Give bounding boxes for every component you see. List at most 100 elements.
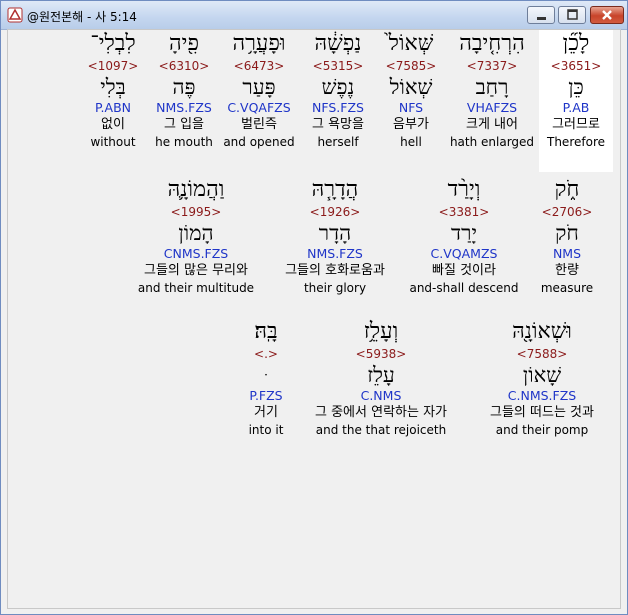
- word-cell[interactable]: וַהֲמוֹנָ֛הּ <1995> הָמוֹן CNMS.FZS 그들의 …: [128, 176, 264, 312]
- lemma: כֵּן: [568, 75, 584, 99]
- english-gloss: hell: [400, 135, 422, 149]
- hebrew-word: וּפָעֲרָ֥ה: [232, 31, 286, 56]
- english-gloss: and-shall descend: [409, 281, 519, 295]
- hebrew-word: וּשְׁאוֹנָ֖הּ: [512, 319, 572, 344]
- korean-gloss: 거기: [254, 405, 278, 420]
- word-cell[interactable]: וּשְׁאוֹנָ֖הּ <7588> שָׁאוֹן C.NMS.FZS 그…: [474, 318, 610, 454]
- lemma: הָדָר: [318, 221, 352, 245]
- strong-number[interactable]: <7585>: [378, 58, 444, 74]
- strong-number[interactable]: <1995>: [128, 204, 264, 220]
- korean-gloss: 그들의 호화로움과: [285, 263, 385, 278]
- parsing-code[interactable]: P.ABN: [78, 100, 148, 116]
- korean-gloss: 크게 내어: [466, 117, 518, 132]
- korean-gloss: 그 중에서 연락하는 자가: [315, 405, 447, 420]
- word-cell[interactable]: וְעָלֵ֥ז <5938> עָלֵז C.NMS 그 중에서 연락하는 자…: [298, 318, 464, 454]
- lemma: פֶּה: [172, 75, 196, 99]
- korean-gloss: 벌린즉: [241, 117, 277, 132]
- parsing-code[interactable]: C.NMS: [298, 388, 464, 404]
- interlinear-panel[interactable]: לָכֵ֞ן <3651> כֵּן P.AB 그러므로 Therefore ה…: [7, 29, 621, 609]
- lemma: נֶפֶשׁ: [321, 75, 355, 99]
- hebrew-word: שְּׁאוֹל֙: [388, 31, 434, 56]
- parsing-code[interactable]: CNMS.FZS: [128, 246, 264, 262]
- strong-number[interactable]: <6473>: [220, 58, 298, 74]
- word-cell[interactable]: בָּֽהּ׃ <.> ּ P.FZS 거기 into it: [236, 318, 296, 454]
- word-cell[interactable]: נַפְשָׁ֔הּ <5315> נֶפֶשׁ NFS.FZS 그 욕망을 h…: [300, 30, 376, 172]
- strong-number[interactable]: <3651>: [539, 58, 613, 74]
- lemma: יָרַד: [451, 221, 477, 245]
- word-cell[interactable]: שְּׁאוֹל֙ <7585> שְׁאוֹל NFS 음부가 hell: [378, 30, 444, 172]
- word-cell[interactable]: לָכֵ֞ן <3651> כֵּן P.AB 그러므로 Therefore: [539, 30, 613, 172]
- parsing-code[interactable]: NFS: [378, 100, 444, 116]
- maximize-button[interactable]: [558, 6, 586, 24]
- hebrew-word: וְעָלֵ֥ז: [363, 319, 399, 344]
- korean-gloss: 빠질 것이라: [432, 263, 496, 278]
- strong-number[interactable]: <6310>: [150, 58, 218, 74]
- strong-number[interactable]: <5938>: [298, 346, 464, 362]
- parsing-code[interactable]: NMS.FZS: [150, 100, 218, 116]
- strong-number[interactable]: <2706>: [532, 204, 602, 220]
- strong-number[interactable]: <7337>: [447, 58, 537, 74]
- korean-gloss: 그 입을: [163, 117, 204, 132]
- english-gloss: and their multitude: [137, 281, 255, 295]
- hebrew-word: וַהֲמוֹנָ֛הּ: [167, 177, 225, 202]
- close-button[interactable]: [590, 6, 624, 24]
- lemma: שְׁאוֹל: [389, 75, 433, 99]
- english-gloss: without: [90, 135, 136, 149]
- word-cell[interactable]: וּפָעֲרָ֥ה <6473> פָּעַר C.VQAFZS 벌린즉 an…: [220, 30, 298, 172]
- parsing-code[interactable]: NMS: [532, 246, 602, 262]
- minimize-button[interactable]: [527, 6, 555, 24]
- hebrew-word: לָכֵ֞ן: [562, 31, 590, 56]
- parsing-code[interactable]: C.VQAMZS: [408, 246, 520, 262]
- lemma: שָׁאוֹן: [522, 363, 562, 387]
- hebrew-word: לִבְלִי־: [90, 31, 136, 56]
- korean-gloss: 그 욕망을: [312, 117, 364, 132]
- lemma: עָלֵז: [367, 363, 395, 387]
- lemma: בְּלִי: [100, 75, 126, 99]
- word-cell[interactable]: וְיָרַ֨ד <3381> יָרַד C.VQAMZS 빠질 것이라 an…: [408, 176, 520, 312]
- korean-gloss: 없이: [101, 117, 125, 132]
- english-gloss: he mouth: [155, 135, 213, 149]
- lemma: ּ: [236, 362, 296, 388]
- lemma: חֹק: [555, 221, 579, 245]
- hebrew-word: פִ֖יהָ: [169, 31, 199, 56]
- english-gloss: Therefore: [547, 135, 605, 149]
- parsing-code[interactable]: C.NMS.FZS: [474, 388, 610, 404]
- english-gloss: and the that rejoiceth: [315, 423, 447, 437]
- strong-number[interactable]: <1926>: [270, 204, 400, 220]
- korean-gloss: 한량: [555, 263, 579, 278]
- korean-gloss: 그러므로: [552, 117, 600, 132]
- strong-number[interactable]: <1097>: [78, 58, 148, 74]
- korean-gloss: 그들의 많은 무리와: [144, 263, 248, 278]
- english-gloss: and their pomp: [495, 423, 589, 437]
- title-bar[interactable]: @원전본해 - 사 5:14: [1, 1, 627, 30]
- lemma: רָחַב: [475, 75, 509, 99]
- parsing-code[interactable]: NFS.FZS: [300, 100, 376, 116]
- app-icon: [7, 7, 23, 23]
- parsing-code[interactable]: P.AB: [539, 100, 613, 116]
- lemma: הָמוֹן: [178, 221, 214, 245]
- hebrew-word: בָּֽהּ׃: [254, 319, 278, 344]
- strong-number[interactable]: <.>: [236, 346, 296, 362]
- hebrew-word: הִרְחִ֤יבָה: [459, 31, 525, 56]
- word-cell[interactable]: לִבְלִי־ <1097> בְּלִי P.ABN 없이 without: [78, 30, 148, 172]
- word-cell[interactable]: פִ֖יהָ <6310> פֶּה NMS.FZS 그 입을 he mouth: [150, 30, 218, 172]
- parsing-code[interactable]: VHAFZS: [447, 100, 537, 116]
- english-gloss: into it: [248, 423, 284, 437]
- strong-number[interactable]: <7588>: [474, 346, 610, 362]
- hebrew-word: נַפְשָׁ֔הּ: [314, 31, 362, 56]
- parsing-code[interactable]: NMS.FZS: [270, 246, 400, 262]
- word-cell[interactable]: חֹ֑ק <2706> חֹק NMS 한량 measure: [532, 176, 602, 312]
- word-cell[interactable]: הֲדָרָ֧הּ <1926> הָדָר NMS.FZS 그들의 호화로움과…: [270, 176, 400, 312]
- strong-number[interactable]: <3381>: [408, 204, 520, 220]
- english-gloss: hath enlarged: [449, 135, 535, 149]
- english-gloss: their glory: [303, 281, 367, 295]
- english-gloss: herself: [317, 135, 359, 149]
- app-window: @원전본해 - 사 5:14 לָכֵ֞ן <3651> כֵּן P.AB 그…: [0, 0, 628, 615]
- parsing-code[interactable]: P.FZS: [236, 388, 296, 404]
- parsing-code[interactable]: C.VQAFZS: [220, 100, 298, 116]
- window-title: @원전본해 - 사 5:14: [27, 10, 137, 24]
- strong-number[interactable]: <5315>: [300, 58, 376, 74]
- english-gloss: measure: [540, 281, 594, 295]
- korean-gloss: 그들의 떠드는 것과: [490, 405, 594, 420]
- word-cell[interactable]: הִרְחִ֤יבָה <7337> רָחַב VHAFZS 크게 내어 ha…: [447, 30, 537, 172]
